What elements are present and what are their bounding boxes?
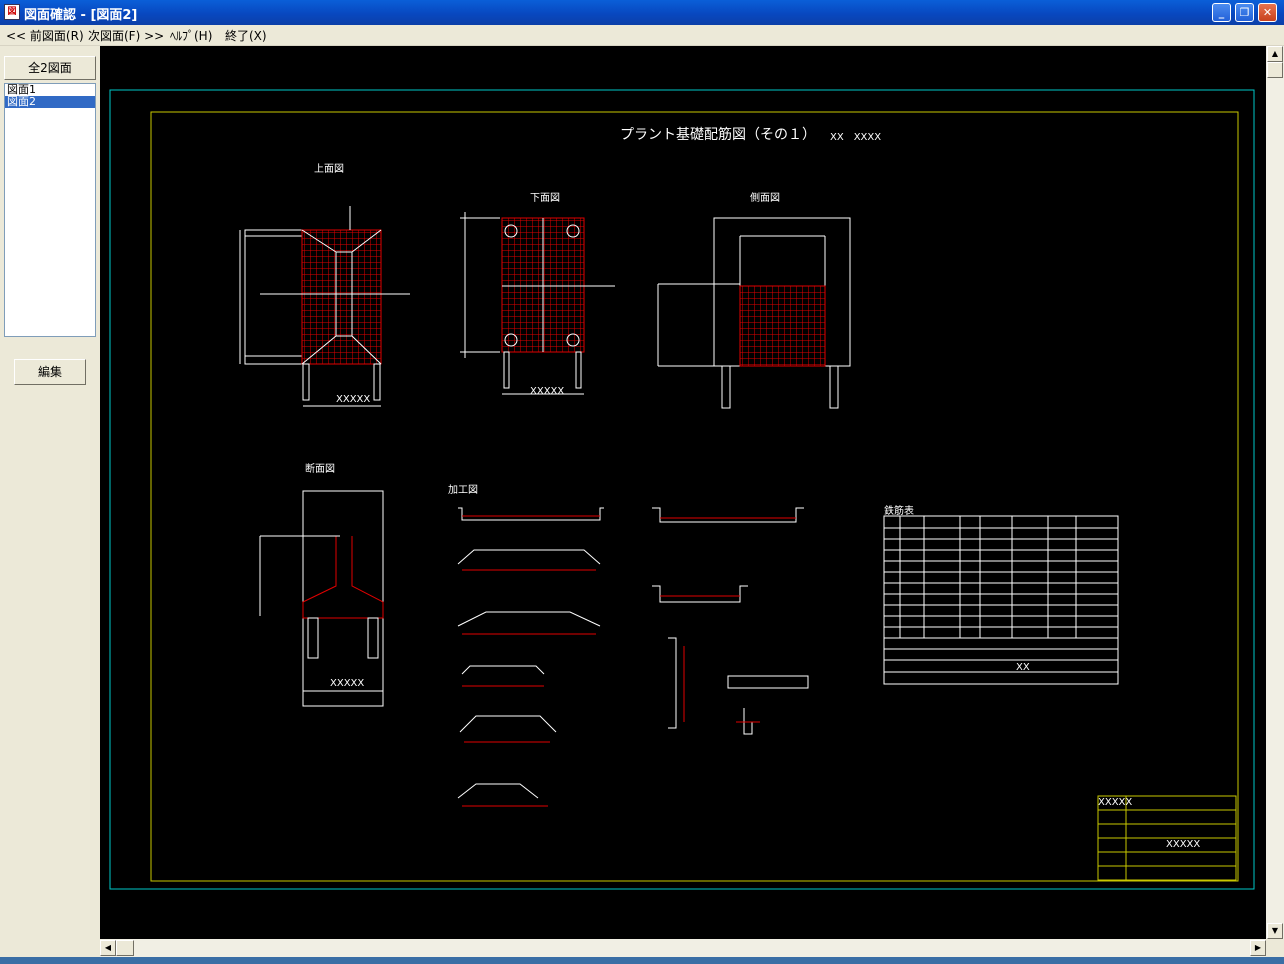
label-rebar-table: 鉄筋表 [884,506,914,517]
label-bottom-view: 下面図 [530,193,560,204]
label-section-view: 断面図 [305,464,335,475]
dimension-label: XXXXX [336,394,371,405]
horizontal-scroll-thumb[interactable] [116,940,134,956]
label-processing-view: 加工図 [448,485,478,496]
menu-help[interactable]: ﾍﾙﾌﾟ(H) [170,27,212,44]
title-block-cell: XXXXX [1098,797,1133,808]
label-top-view: 上面図 [314,164,344,175]
drawing-svg [109,89,1255,890]
processing-drawings [457,507,809,807]
scroll-down-button[interactable]: ▼ [1267,923,1283,939]
vertical-scroll-thumb[interactable] [1267,62,1283,78]
rebar-table-total: XX [1016,662,1030,673]
scroll-up-button[interactable]: ▲ [1267,46,1283,62]
bottom-view [460,212,615,395]
title-block [1097,795,1237,881]
drawing-canvas[interactable]: プラント基礎配筋図（その１） XX XXXX 上面図 下面図 側面図 断面図 加… [100,46,1266,939]
dimension-label: XXXXX [530,386,565,397]
horizontal-scrollbar[interactable]: ◀ ▶ [100,939,1266,957]
scroll-corner [1266,939,1284,957]
menu-next-drawing[interactable]: 次図面(F) >> [88,27,164,44]
scroll-right-button[interactable]: ▶ [1250,940,1266,956]
outer-frame [109,89,1255,890]
list-item-drawing-2[interactable]: 図面2 [5,96,95,108]
drawing-title-suffix: XX XXXX [830,132,882,143]
rebar-table [883,515,1119,685]
minimize-button[interactable]: _ [1212,3,1231,22]
menu-prev-drawing[interactable]: << 前図面(R) [6,27,84,44]
dimension-label: XXXXX [330,678,365,689]
drawing-title: プラント基礎配筋図（その１） [620,127,816,143]
section-view [259,490,384,707]
close-button[interactable]: ✕ [1258,3,1277,22]
title-bar: 図 図面確認 - [図面2] _ ❐ ✕ [0,0,1284,25]
taskbar-strip [0,957,1284,964]
edit-button[interactable]: 編集 [14,359,86,385]
menu-exit[interactable]: 終了(X) [225,27,267,44]
label-side-view: 側面図 [750,193,780,204]
inner-frame [150,111,1239,882]
window-title: 図面確認 - [図面2] [24,8,138,23]
top-view [239,206,410,407]
vertical-scrollbar[interactable]: ▲ ▼ [1266,46,1284,939]
side-view [657,217,851,409]
all-drawings-button[interactable]: 全2図面 [4,56,96,80]
restore-button[interactable]: ❐ [1235,3,1254,22]
app-icon[interactable]: 図 [4,4,20,20]
drawing-listbox[interactable]: 図面1 図面2 [4,83,96,337]
scroll-left-button[interactable]: ◀ [100,940,116,956]
menu-bar: << 前図面(R) 次図面(F) >> ﾍﾙﾌﾟ(H) 終了(X) [0,25,1284,46]
title-block-value: XXXXX [1166,839,1201,850]
